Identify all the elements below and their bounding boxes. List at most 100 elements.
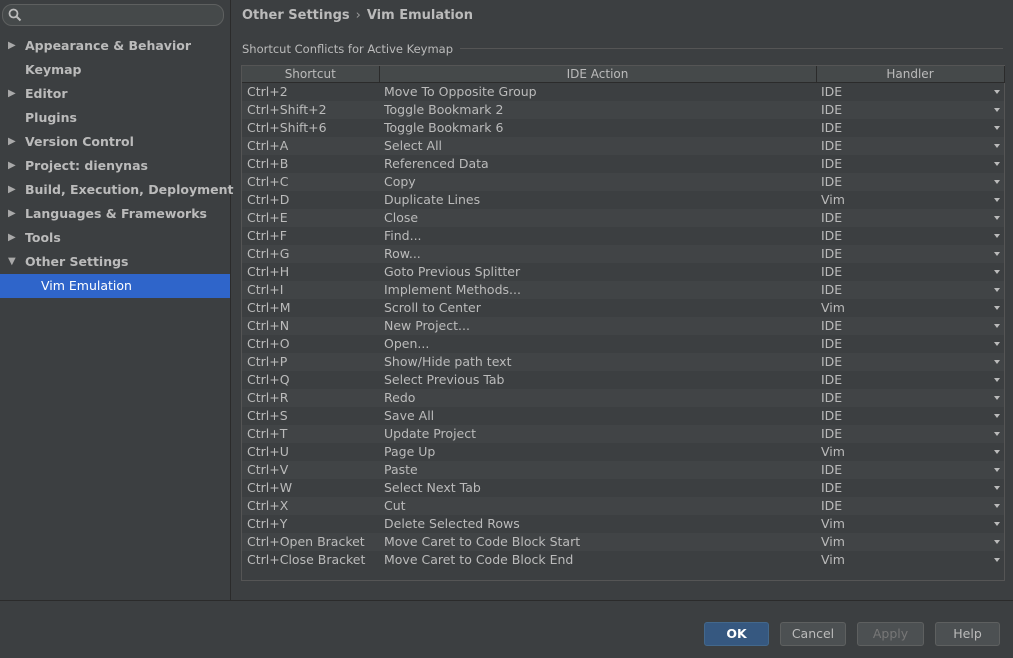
sidebar-item-plugins[interactable]: Plugins — [0, 106, 230, 130]
sidebar-item-keymap[interactable]: Keymap — [0, 58, 230, 82]
table-row[interactable]: Ctrl+V Paste IDE — [242, 461, 1004, 479]
breadcrumb-parent[interactable]: Other Settings — [242, 8, 350, 23]
table-row[interactable]: Ctrl+H Goto Previous Splitter IDE — [242, 263, 1004, 281]
table-row[interactable]: Ctrl+R Redo IDE — [242, 389, 1004, 407]
handler-dropdown[interactable]: IDE — [816, 389, 1004, 407]
table-row[interactable]: Ctrl+U Page Up Vim — [242, 443, 1004, 461]
ok-button[interactable]: OK — [704, 622, 769, 646]
chevron-down-icon[interactable] — [994, 468, 1000, 472]
chevron-down-icon[interactable] — [994, 144, 1000, 148]
handler-dropdown[interactable]: IDE — [816, 82, 1004, 101]
handler-dropdown[interactable]: IDE — [816, 263, 1004, 281]
handler-dropdown[interactable]: Vim — [816, 191, 1004, 209]
table-row[interactable]: Ctrl+A Select All IDE — [242, 137, 1004, 155]
arrow-right-icon[interactable]: ▶ — [8, 34, 18, 58]
handler-dropdown[interactable]: Vim — [816, 515, 1004, 533]
table-row[interactable]: Ctrl+E Close IDE — [242, 209, 1004, 227]
sidebar-item-languages-frameworks[interactable]: ▶ Languages & Frameworks — [0, 202, 230, 226]
handler-dropdown[interactable]: IDE — [816, 317, 1004, 335]
arrow-right-icon[interactable]: ▶ — [8, 202, 18, 226]
handler-dropdown[interactable]: Vim — [816, 533, 1004, 551]
search-input[interactable] — [2, 4, 224, 26]
handler-dropdown[interactable]: IDE — [816, 281, 1004, 299]
table-row[interactable]: Ctrl+Y Delete Selected Rows Vim — [242, 515, 1004, 533]
chevron-down-icon[interactable] — [994, 540, 1000, 544]
arrow-right-icon[interactable]: ▶ — [8, 226, 18, 250]
table-row[interactable]: Ctrl+I Implement Methods... IDE — [242, 281, 1004, 299]
chevron-down-icon[interactable] — [994, 522, 1000, 526]
table-row[interactable]: Ctrl+2 Move To Opposite Group IDE — [242, 82, 1004, 101]
table-row[interactable]: Ctrl+W Select Next Tab IDE — [242, 479, 1004, 497]
sidebar-item-project-dienynas[interactable]: ▶ Project: dienynas — [0, 154, 230, 178]
sidebar-item-other-settings[interactable]: ▼ Other Settings — [0, 250, 230, 274]
arrow-down-icon[interactable]: ▼ — [8, 250, 18, 274]
handler-dropdown[interactable]: Vim — [816, 299, 1004, 317]
arrow-right-icon[interactable]: ▶ — [8, 130, 18, 154]
sidebar-item-tools[interactable]: ▶ Tools — [0, 226, 230, 250]
table-row[interactable]: Ctrl+X Cut IDE — [242, 497, 1004, 515]
table-row[interactable]: Ctrl+B Referenced Data IDE — [242, 155, 1004, 173]
chevron-down-icon[interactable] — [994, 378, 1000, 382]
chevron-down-icon[interactable] — [994, 342, 1000, 346]
sidebar-item-appearance-behavior[interactable]: ▶ Appearance & Behavior — [0, 34, 230, 58]
table-row[interactable]: Ctrl+S Save All IDE — [242, 407, 1004, 425]
table-row[interactable]: Ctrl+N New Project... IDE — [242, 317, 1004, 335]
chevron-down-icon[interactable] — [994, 414, 1000, 418]
table-row[interactable]: Ctrl+Shift+6 Toggle Bookmark 6 IDE — [242, 119, 1004, 137]
table-row[interactable]: Ctrl+F Find... IDE — [242, 227, 1004, 245]
table-row[interactable]: Ctrl+O Open... IDE — [242, 335, 1004, 353]
chevron-down-icon[interactable] — [994, 162, 1000, 166]
arrow-right-icon[interactable]: ▶ — [8, 154, 18, 178]
handler-dropdown[interactable]: IDE — [816, 371, 1004, 389]
handler-dropdown[interactable]: Vim — [816, 551, 1004, 569]
column-header-shortcut[interactable]: Shortcut — [242, 66, 380, 83]
table-row[interactable]: Ctrl+P Show/Hide path text IDE — [242, 353, 1004, 371]
chevron-down-icon[interactable] — [994, 288, 1000, 292]
chevron-down-icon[interactable] — [994, 234, 1000, 238]
handler-dropdown[interactable]: IDE — [816, 335, 1004, 353]
chevron-down-icon[interactable] — [994, 360, 1000, 364]
table-row[interactable]: Ctrl+Open Bracket Move Caret to Code Bloc… — [242, 533, 1004, 551]
table-row[interactable]: Ctrl+G Row... IDE — [242, 245, 1004, 263]
chevron-down-icon[interactable] — [994, 90, 1000, 94]
chevron-down-icon[interactable] — [994, 486, 1000, 490]
handler-dropdown[interactable]: Vim — [816, 443, 1004, 461]
handler-dropdown[interactable]: IDE — [816, 101, 1004, 119]
chevron-down-icon[interactable] — [994, 558, 1000, 562]
chevron-down-icon[interactable] — [994, 198, 1000, 202]
table-row[interactable]: Ctrl+C Copy IDE — [242, 173, 1004, 191]
table-row[interactable]: Ctrl+Q Select Previous Tab IDE — [242, 371, 1004, 389]
column-header-ide-action[interactable]: IDE Action — [379, 66, 817, 83]
chevron-down-icon[interactable] — [994, 396, 1000, 400]
handler-dropdown[interactable]: IDE — [816, 353, 1004, 371]
handler-dropdown[interactable]: IDE — [816, 425, 1004, 443]
chevron-down-icon[interactable] — [994, 270, 1000, 274]
handler-dropdown[interactable]: IDE — [816, 461, 1004, 479]
table-row[interactable]: Ctrl+T Update Project IDE — [242, 425, 1004, 443]
arrow-right-icon[interactable]: ▶ — [8, 178, 18, 202]
sidebar-item-vim-emulation[interactable]: Vim Emulation — [0, 274, 230, 298]
handler-dropdown[interactable]: IDE — [816, 227, 1004, 245]
chevron-down-icon[interactable] — [994, 108, 1000, 112]
handler-dropdown[interactable]: IDE — [816, 479, 1004, 497]
handler-dropdown[interactable]: IDE — [816, 209, 1004, 227]
chevron-down-icon[interactable] — [994, 216, 1000, 220]
sidebar-item-editor[interactable]: ▶ Editor — [0, 82, 230, 106]
table-row[interactable]: Ctrl+Close Bracket Move Caret to Code Blo… — [242, 551, 1004, 569]
chevron-down-icon[interactable] — [994, 324, 1000, 328]
table-row[interactable]: Ctrl+D Duplicate Lines Vim — [242, 191, 1004, 209]
chevron-down-icon[interactable] — [994, 306, 1000, 310]
table-row[interactable]: Ctrl+Shift+2 Toggle Bookmark 2 IDE — [242, 101, 1004, 119]
help-button[interactable]: Help — [935, 622, 1000, 646]
chevron-down-icon[interactable] — [994, 180, 1000, 184]
handler-dropdown[interactable]: IDE — [816, 173, 1004, 191]
handler-dropdown[interactable]: IDE — [816, 497, 1004, 515]
handler-dropdown[interactable]: IDE — [816, 245, 1004, 263]
chevron-down-icon[interactable] — [994, 252, 1000, 256]
chevron-down-icon[interactable] — [994, 126, 1000, 130]
handler-dropdown[interactable]: IDE — [816, 119, 1004, 137]
table-row[interactable]: Ctrl+M Scroll to Center Vim — [242, 299, 1004, 317]
arrow-right-icon[interactable]: ▶ — [8, 82, 18, 106]
cancel-button[interactable]: Cancel — [780, 622, 846, 646]
sidebar-item-build-execution-deployment[interactable]: ▶ Build, Execution, Deployment — [0, 178, 233, 202]
